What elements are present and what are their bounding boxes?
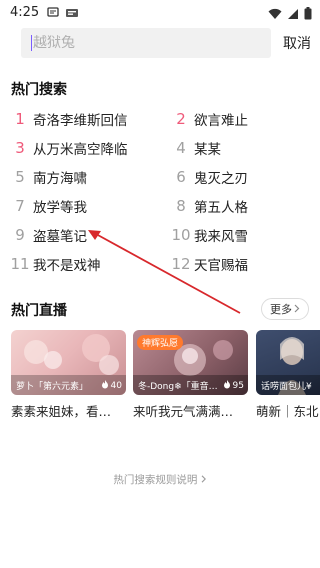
status-time: 4:25	[10, 4, 40, 20]
hot-search-item[interactable]: 6 鬼灭之刃	[170, 166, 248, 188]
hot-search-item[interactable]: 11 我不是戏神	[9, 253, 101, 275]
live-badge: 神辉弘愿	[137, 335, 184, 350]
hot-search-text: 我来风雪	[194, 229, 248, 245]
streamer-name: 话唠面包儿¥	[261, 382, 312, 392]
search-row: 取消	[21, 28, 311, 58]
viewer-count-value: 40	[110, 381, 122, 391]
streamer-name: 冬-Dong❄「重音…	[138, 382, 218, 392]
live-title: 来听我元气满满…	[133, 404, 234, 419]
live-thumbnail: 神辉弘愿 冬-Dong❄「重音… 95	[133, 330, 248, 395]
hot-search-rank: 6	[176, 168, 186, 186]
notification-icon	[47, 3, 59, 22]
hot-search-item[interactable]: 3 从万米高空降临	[9, 137, 128, 159]
rules-label: 热门搜索规则说明	[113, 474, 198, 486]
cancel-button[interactable]: 取消	[283, 33, 311, 53]
hot-search-rank: 9	[15, 226, 25, 244]
hot-search-item[interactable]: 7 放学等我	[9, 195, 87, 217]
sim-icon	[65, 3, 79, 22]
live-card[interactable]: 萝卜「第六元素」 40 素素来姐妹，看…	[11, 330, 126, 420]
hot-search-item[interactable]: 2 欲言难止	[170, 108, 248, 130]
chevron-right-icon	[294, 303, 300, 316]
status-bar: 4:25	[0, 0, 320, 24]
hot-search-text: 放学等我	[33, 200, 87, 216]
viewer-count: 40	[101, 380, 122, 392]
fire-icon	[223, 380, 231, 392]
hot-search-rank: 1	[15, 110, 25, 128]
hot-search-rank: 7	[15, 197, 25, 215]
hot-search-rank: 8	[176, 197, 186, 215]
hot-search-item[interactable]: 1 奇洛李维斯回信	[9, 108, 128, 130]
viewer-count-value: 95	[232, 381, 244, 391]
hot-search-item[interactable]: 9 盗墓笔记	[9, 224, 87, 246]
hot-search-text: 欲言难止	[194, 113, 248, 129]
hot-search-text: 鬼灭之刃	[194, 171, 248, 187]
hot-search-rank: 3	[15, 139, 25, 157]
text-cursor	[31, 35, 32, 51]
search-box[interactable]	[21, 28, 271, 58]
hot-search-text: 第五人格	[194, 200, 248, 216]
hot-search-text: 南方海啸	[33, 171, 87, 187]
hot-search-text: 我不是戏神	[33, 258, 101, 274]
hot-search-text: 某某	[194, 142, 221, 158]
hot-search-text: 奇洛李维斯回信	[33, 113, 128, 129]
hot-search-item[interactable]: 4 某某	[170, 137, 221, 159]
search-input[interactable]	[33, 35, 253, 51]
live-thumbnail: 话唠面包儿¥	[256, 330, 320, 395]
live-card[interactable]: 神辉弘愿 冬-Dong❄「重音… 95 来听我元气满满…	[133, 330, 248, 420]
hot-search-item[interactable]: 5 南方海啸	[9, 166, 87, 188]
hot-search-text: 天官赐福	[194, 258, 248, 274]
hot-search-text: 盗墓笔记	[33, 229, 87, 245]
live-card[interactable]: 话唠面包儿¥ 萌新｜东北	[256, 330, 320, 420]
hot-search-rank: 10	[171, 226, 191, 244]
streamer-name: 萝卜「第六元素」	[16, 382, 89, 392]
live-title: 素素来姐妹，看…	[11, 404, 112, 419]
status-indicators	[268, 5, 312, 24]
live-title: 萌新｜东北	[256, 404, 319, 419]
hot-search-item[interactable]: 10 我来风雪	[170, 224, 248, 246]
hot-search-item[interactable]: 8 第五人格	[170, 195, 248, 217]
hot-search-rules-link[interactable]: 热门搜索规则说明	[0, 472, 320, 487]
hot-search-text: 从万米高空降临	[33, 142, 128, 158]
hot-search-rank: 12	[171, 255, 191, 273]
hot-search-rank: 5	[15, 168, 25, 186]
live-thumbnail: 萝卜「第六元素」 40	[11, 330, 126, 395]
fire-icon	[101, 380, 109, 392]
hot-search-rank: 11	[10, 255, 30, 273]
hot-search-rank: 2	[176, 110, 186, 128]
chevron-right-icon	[201, 474, 207, 486]
battery-icon	[304, 5, 312, 24]
hot-live-title: 热门直播	[11, 303, 67, 319]
hot-search-title: 热门搜索	[11, 82, 67, 98]
hot-search-item[interactable]: 12 天官赐福	[170, 253, 248, 275]
wifi-icon	[268, 5, 282, 24]
more-label: 更多	[270, 303, 292, 316]
more-button[interactable]: 更多	[261, 298, 309, 320]
viewer-count: 95	[223, 380, 244, 392]
hot-search-rank: 4	[176, 139, 186, 157]
signal-icon	[287, 5, 299, 24]
